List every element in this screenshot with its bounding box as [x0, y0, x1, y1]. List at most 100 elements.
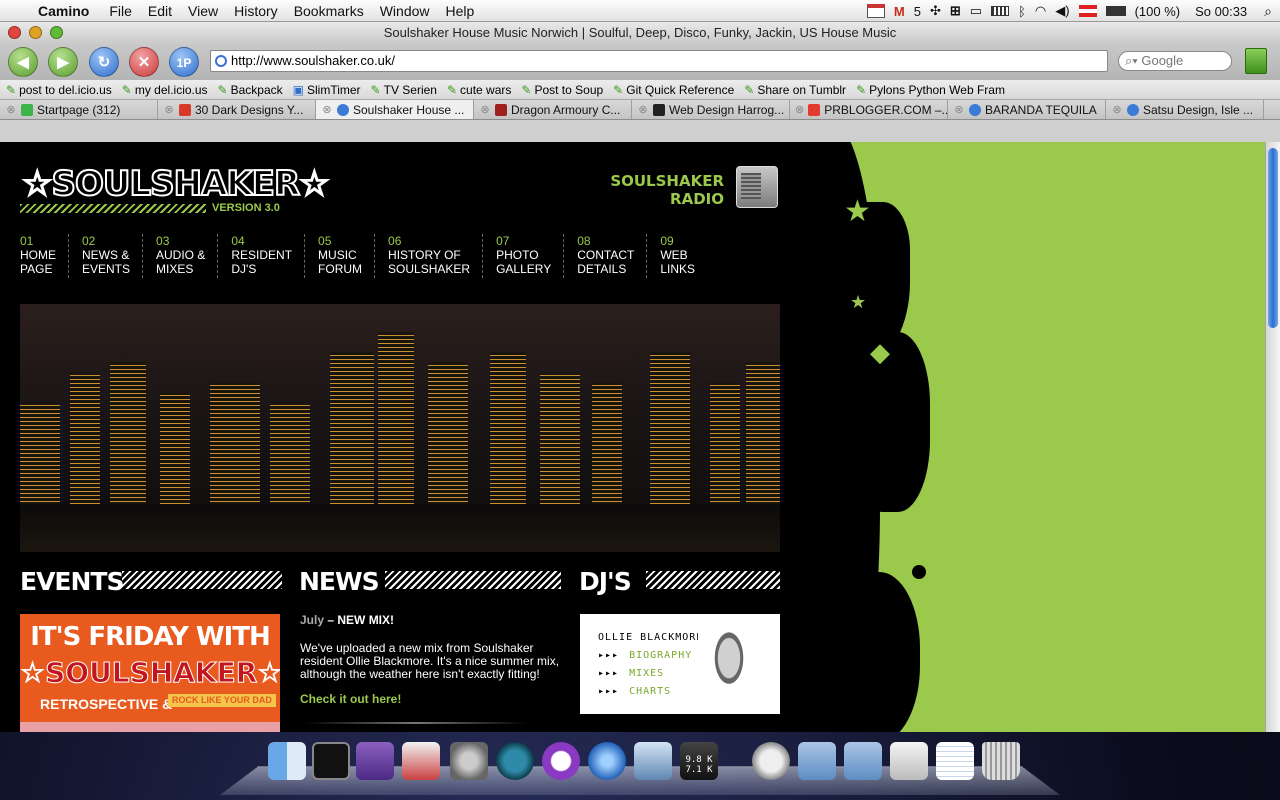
star-icon: ★ — [850, 292, 867, 312]
nav-item-history[interactable]: 06 HISTORY OF SOULSHAKER — [388, 234, 484, 278]
event-banner[interactable]: IT'S FRIDAY WITH ☆SOULSHAKER☆ RETROSPECT… — [20, 614, 280, 732]
memory-icon[interactable] — [991, 6, 1010, 16]
forward-button[interactable]: ▶ — [48, 47, 78, 77]
tab-active[interactable]: ⊗ Soulshaker House ... — [316, 100, 474, 119]
tab[interactable]: ⊗ Startpage (312) — [0, 100, 158, 119]
bookmark-item[interactable]: ✎ Pylons Python Web Fram — [856, 83, 1005, 97]
battery-percent: (100 %) — [1134, 3, 1181, 19]
site-logo[interactable]: ☆SOULSHAKER☆ — [21, 163, 331, 205]
nav-item-web-links[interactable]: 09 WEB LINKS — [660, 234, 707, 278]
grid-icon[interactable]: ⊞ — [950, 3, 961, 19]
mail-icon[interactable] — [752, 742, 790, 780]
bookmark-item[interactable]: ✎ Share on Tumblr — [744, 83, 846, 97]
bookmark-item[interactable]: ✎ my del.icio.us — [122, 83, 208, 97]
document-icon[interactable] — [890, 742, 928, 780]
close-tab-icon[interactable]: ⊗ — [163, 103, 175, 116]
url-field[interactable]: http://www.soulshaker.co.uk/ — [210, 50, 1108, 72]
close-tab-icon[interactable]: ⊗ — [321, 103, 333, 116]
tab[interactable]: ⊗ Web Design Harrog... — [632, 100, 790, 119]
menu-history[interactable]: History — [234, 3, 278, 19]
system-preferences-icon[interactable] — [450, 742, 488, 780]
battery-icon[interactable] — [1105, 6, 1126, 16]
tab[interactable]: ⊗ PRBLOGGER.COM –... — [790, 100, 948, 119]
tab-favicon-icon — [337, 103, 349, 116]
terminal-icon[interactable] — [312, 742, 350, 780]
finder-icon[interactable] — [268, 742, 306, 780]
tab-favicon-icon — [495, 103, 507, 116]
paw-icon[interactable]: ✣ — [930, 3, 941, 19]
close-window-button[interactable] — [8, 26, 21, 39]
camino-icon[interactable] — [588, 742, 626, 780]
nav-item-audio-mixes[interactable]: 03 AUDIO & MIXES — [156, 234, 219, 278]
bookmark-item[interactable]: ✎ Git Quick Reference — [613, 83, 734, 97]
search-field[interactable]: ⌕▾ Google — [1118, 51, 1232, 71]
close-tab-icon[interactable]: ⊗ — [953, 103, 965, 116]
bookmark-item[interactable]: ✎ TV Serien — [371, 83, 437, 97]
bookmark-item[interactable]: ✎ cute wars — [447, 83, 511, 97]
notes-icon[interactable] — [936, 742, 974, 780]
austria-flag-icon[interactable] — [1078, 5, 1097, 17]
scrollbar-thumb[interactable] — [1268, 148, 1278, 328]
reload-button[interactable]: ↻ — [89, 47, 119, 77]
close-tab-icon[interactable]: ⊗ — [795, 103, 804, 116]
folder-icon[interactable] — [798, 742, 836, 780]
menu-file[interactable]: File — [109, 3, 132, 19]
radio-icon[interactable] — [736, 166, 778, 208]
volume-icon[interactable]: ◀) — [1055, 3, 1069, 19]
menu-view[interactable]: View — [188, 3, 218, 19]
bluetooth-icon[interactable]: ᛒ — [1018, 4, 1026, 19]
adium-icon[interactable] — [542, 742, 580, 780]
dj-link-charts[interactable]: ▸▸▸ CHARTS — [598, 686, 671, 697]
ical-purple-icon[interactable] — [356, 742, 394, 780]
css-edit-icon[interactable] — [402, 742, 440, 780]
menu-help[interactable]: Help — [446, 3, 475, 19]
stop-button[interactable]: ✕ — [129, 47, 159, 77]
nav-item-photo-gallery[interactable]: 07 PHOTO GALLERY — [496, 234, 565, 278]
vertical-scrollbar[interactable] — [1265, 142, 1280, 732]
folder-icon[interactable] — [844, 742, 882, 780]
skyline-building — [210, 382, 260, 512]
ink-splat — [902, 452, 910, 460]
display-icon[interactable]: ▭ — [970, 3, 982, 19]
tab[interactable]: ⊗ Satsu Design, Isle ... — [1106, 100, 1264, 119]
nav-item-music-forum[interactable]: 05 MUSIC FORUM — [318, 234, 376, 278]
nav-item-contact[interactable]: 08 CONTACT DETAILS — [577, 234, 648, 278]
nav-item-resident-djs[interactable]: 04 RESIDENT DJ'S — [231, 234, 306, 278]
menu-window[interactable]: Window — [380, 3, 430, 19]
clock[interactable]: So 00:33 — [1195, 4, 1247, 19]
bookmark-item[interactable]: ✎ Post to Soup — [521, 83, 603, 97]
minimize-window-button[interactable] — [29, 26, 42, 39]
network-stats-icon[interactable]: 9.8 K 7.1 K — [680, 742, 718, 780]
tab[interactable]: ⊗ BARANDA TEQUILA — [948, 100, 1106, 119]
close-tab-icon[interactable]: ⊗ — [5, 103, 17, 116]
news-body: We've uploaded a new mix from Soulshaker… — [300, 641, 560, 681]
wifi-icon[interactable]: ◠ — [1035, 3, 1046, 19]
nav-item-home[interactable]: 01 HOME PAGE — [20, 234, 69, 278]
nav-item-news-events[interactable]: 02 NEWS & EVENTS — [82, 234, 144, 278]
menu-edit[interactable]: Edit — [148, 3, 172, 19]
zoom-window-button[interactable] — [50, 26, 63, 39]
bookmark-item[interactable]: ✎ Backpack — [218, 83, 283, 97]
onepassword-button[interactable]: 1P — [169, 47, 199, 77]
radio-link[interactable]: SOULSHAKER RADIO — [570, 172, 724, 208]
bookmark-item[interactable]: ▣ SlimTimer — [293, 83, 361, 97]
dj-link-mixes[interactable]: ▸▸▸ MIXES — [598, 668, 664, 679]
close-tab-icon[interactable]: ⊗ — [1111, 103, 1123, 116]
menu-bookmarks[interactable]: Bookmarks — [294, 3, 364, 19]
bookmark-item[interactable]: ✎ post to del.icio.us — [6, 83, 112, 97]
gmail-icon[interactable]: M — [894, 4, 905, 19]
close-tab-icon[interactable]: ⊗ — [479, 103, 491, 116]
back-button[interactable]: ◀ — [8, 47, 38, 77]
calendar-icon[interactable] — [866, 4, 885, 18]
preview-icon[interactable] — [634, 742, 672, 780]
spotlight-icon[interactable]: ⌕ — [1264, 3, 1272, 20]
bookmarks-button-icon[interactable] — [1245, 48, 1267, 74]
close-tab-icon[interactable]: ⊗ — [637, 103, 649, 116]
tab[interactable]: ⊗ 30 Dark Designs Y... — [158, 100, 316, 119]
tab[interactable]: ⊗ Dragon Armoury C... — [474, 100, 632, 119]
news-read-more-link[interactable]: Check it out here! — [300, 693, 560, 706]
dj-link-biography[interactable]: ▸▸▸ BIOGRAPHY — [598, 650, 692, 661]
trash-icon[interactable] — [982, 742, 1020, 780]
app-menu[interactable]: Camino — [38, 3, 89, 19]
time-machine-icon[interactable] — [496, 742, 534, 780]
